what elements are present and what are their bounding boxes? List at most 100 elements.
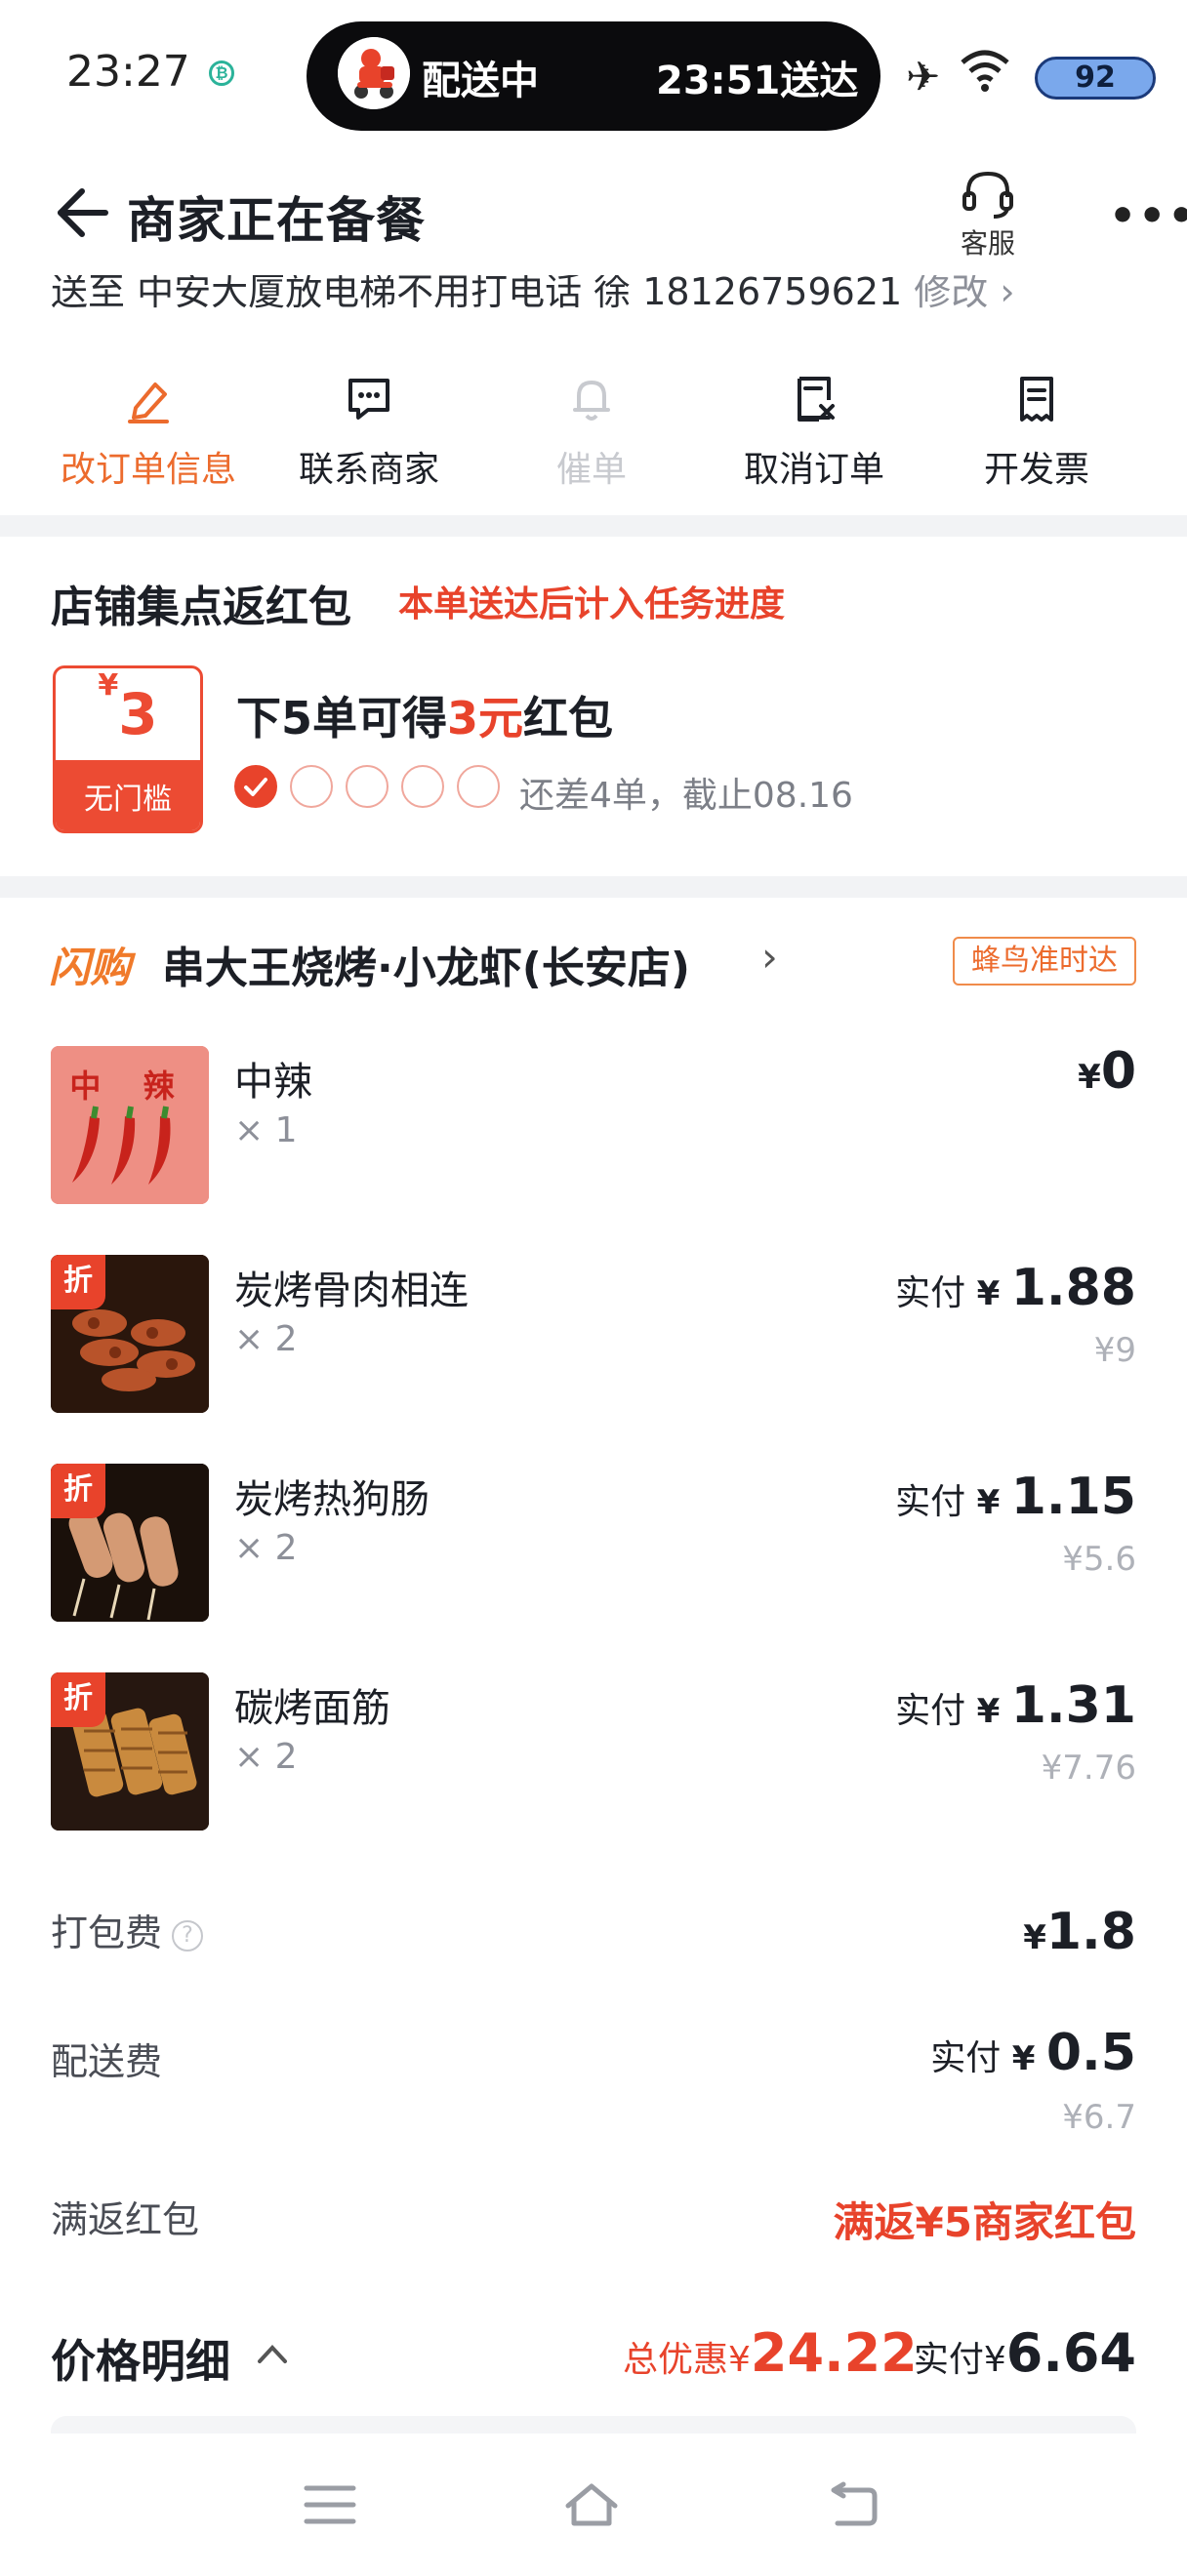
progress-step-empty xyxy=(457,765,500,808)
delivery-fee-original: ¥6.7 xyxy=(1062,2098,1136,2137)
total-paid-label: 实付 xyxy=(913,2340,984,2380)
item-price-value: 0 xyxy=(1100,1042,1136,1101)
currency-symbol: ¥ xyxy=(1011,2039,1036,2078)
delivery-fee-value: 0.5 xyxy=(1045,2024,1136,2082)
pay-prefix: 实付 xyxy=(895,1273,966,1313)
headset-icon[interactable] xyxy=(959,168,1017,221)
total-discount-label: 总优惠 xyxy=(623,2340,729,2380)
currency-symbol: ¥ xyxy=(728,2340,751,2380)
item-quantity: × 1 xyxy=(234,1110,298,1150)
pay-prefix: 实付 xyxy=(930,2038,1002,2078)
pencil-icon xyxy=(128,382,169,423)
item-thumbnail: 折 xyxy=(51,1255,209,1413)
currency-symbol: ¥ xyxy=(983,2340,1006,2380)
progress-step-empty xyxy=(401,765,444,808)
wifi-icon xyxy=(961,50,1009,92)
currency-symbol: ¥ xyxy=(1078,1058,1101,1097)
promo-goal-amount: 3元 xyxy=(447,692,524,745)
contact-merchant-button[interactable]: 联系商家 xyxy=(271,373,467,492)
airplane-icon: ✈ xyxy=(906,53,941,101)
flash-purchase-badge: 闪购 xyxy=(49,944,132,991)
packing-fee-text: 打包费 xyxy=(51,1912,163,1954)
receipt-icon xyxy=(1020,377,1053,422)
store-name[interactable]: 串大王烧烤·小龙虾(长安店) xyxy=(162,933,690,995)
packing-fee-label: 打包费? xyxy=(51,1903,204,1956)
item-price: 实付 ¥ 1.88 xyxy=(895,1259,1136,1317)
back-nav-icon[interactable] xyxy=(824,2478,882,2531)
item-thumbnail: 折 xyxy=(51,1672,209,1831)
rebate-label: 满返红包 xyxy=(51,2198,200,2241)
page-title: 商家正在备餐 xyxy=(127,192,426,249)
rebate-value: 满返¥5商家红包 xyxy=(833,2198,1136,2246)
currency-symbol: ¥ xyxy=(976,1274,1001,1313)
battery-indicator: 92 xyxy=(1035,57,1156,100)
item-original-price: ¥7.76 xyxy=(1041,1749,1136,1788)
item-name: 炭烤骨肉相连 xyxy=(234,1268,469,1313)
progress-step-empty xyxy=(290,765,333,808)
packing-fee-price: ¥1.8 xyxy=(1023,1903,1136,1961)
customer-service-label[interactable]: 客服 xyxy=(961,222,1015,262)
total-discount-value: 24.22 xyxy=(750,2322,918,2384)
coupon-currency: ¥ xyxy=(98,668,119,703)
delivery-address: 送至 中安大厦放电梯不用打电话 徐 18126759621 xyxy=(51,275,903,310)
promo-title: 店铺集点返红包 xyxy=(51,583,351,632)
section-divider xyxy=(0,876,1187,898)
item-price: ¥0 xyxy=(1078,1042,1136,1101)
coupon-condition: 无门槛 xyxy=(56,760,200,830)
discount-badge: 折 xyxy=(51,1672,105,1727)
currency-symbol: ¥ xyxy=(976,1483,1001,1522)
item-quantity: × 2 xyxy=(234,1528,298,1568)
item-name: 碳烤面筋 xyxy=(234,1686,390,1731)
item-price-value: 1.88 xyxy=(1010,1259,1136,1317)
pay-prefix: 实付 xyxy=(895,1482,966,1522)
total-paid-value: 6.64 xyxy=(1005,2322,1136,2384)
urge-order-label: 催单 xyxy=(555,450,627,490)
total-discount: 总优惠¥24.22 xyxy=(623,2322,918,2384)
section-divider xyxy=(0,515,1187,537)
menu-icon[interactable] xyxy=(301,2478,359,2531)
system-nav-bar xyxy=(0,2434,1187,2576)
promo-progress-text: 还差4单，截止08.16 xyxy=(519,776,853,816)
chevron-up-icon[interactable] xyxy=(256,2342,289,2365)
help-icon[interactable]: ? xyxy=(172,1919,204,1952)
more-menu-icon[interactable]: ••• xyxy=(1109,191,1187,241)
edit-address-link[interactable]: 修改 › xyxy=(914,275,1014,310)
status-time: 23:27 xyxy=(66,47,190,97)
discount-badge: 折 xyxy=(51,1255,105,1309)
delivery-fee-label: 配送费 xyxy=(51,2040,163,2083)
chevron-right-icon[interactable]: › xyxy=(761,933,778,981)
cancel-document-icon xyxy=(798,377,835,422)
delivery-address-row[interactable]: 送至 中安大厦放电梯不用打电话 徐 18126759621 修改 › xyxy=(51,275,1125,310)
edit-order-label: 改订单信息 xyxy=(60,450,236,490)
cancel-order-label: 取消订单 xyxy=(743,450,884,490)
coupon-card[interactable]: ¥3 无门槛 xyxy=(53,665,203,833)
promo-goal-text: 下5单可得3元红包 xyxy=(236,683,613,747)
invoice-button[interactable]: 开发票 xyxy=(939,373,1134,492)
chat-icon xyxy=(348,379,389,420)
promo-goal-pre: 下5单可得 xyxy=(236,692,448,745)
pay-prefix: 实付 xyxy=(895,1691,966,1731)
price-detail-title[interactable]: 价格明细 xyxy=(51,2326,230,2391)
delivery-fee-price: 实付 ¥ 0.5 xyxy=(930,2024,1136,2082)
promo-subtitle: 本单送达后计入任务进度 xyxy=(398,584,786,624)
item-quantity: × 2 xyxy=(234,1737,298,1777)
packing-fee-value: 1.8 xyxy=(1045,1903,1136,1961)
item-name: 中辣 xyxy=(234,1060,312,1105)
bell-icon xyxy=(573,381,610,421)
item-name: 炭烤热狗肠 xyxy=(234,1477,430,1522)
progress-step-done-icon xyxy=(234,765,277,808)
thumb-label: 中 辣 xyxy=(69,1067,190,1105)
app-status-icon: ₿ xyxy=(209,60,234,86)
promo-goal-post: 红包 xyxy=(523,692,614,745)
currency-symbol: ¥ xyxy=(1023,1918,1046,1957)
back-arrow-icon[interactable] xyxy=(49,181,111,244)
on-time-delivery-tag: 蜂鸟准时达 xyxy=(953,937,1136,986)
urge-order-button[interactable]: 催单 xyxy=(494,373,689,492)
item-price: 实付 ¥ 1.15 xyxy=(895,1468,1136,1526)
cancel-order-button[interactable]: 取消订单 xyxy=(716,373,912,492)
edit-order-button[interactable]: 改订单信息 xyxy=(51,373,246,492)
courier-avatar-icon xyxy=(338,37,410,109)
discount-badge: 折 xyxy=(51,1464,105,1518)
coupon-amount: 3 xyxy=(118,681,158,747)
home-icon[interactable] xyxy=(562,2478,621,2531)
